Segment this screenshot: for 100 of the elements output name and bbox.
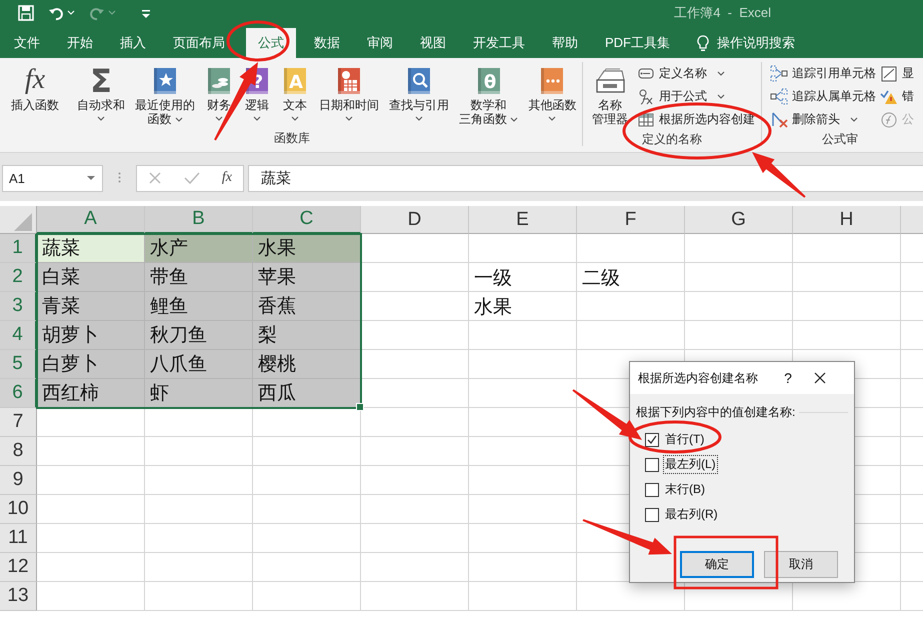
ribbon-button[interactable]: 查找与引用 — [384, 62, 454, 130]
ribbon-button[interactable]: θ 数学和 三角函数 — [454, 62, 524, 130]
lightbulb-icon — [697, 34, 709, 52]
checkbox[interactable] — [645, 458, 659, 472]
book-icon: A — [281, 66, 309, 96]
table-cell-text: 一级 — [473, 266, 513, 290]
column-header[interactable]: E — [469, 206, 577, 234]
column-header[interactable]: B — [145, 206, 253, 234]
caret-icon — [415, 116, 423, 122]
checkbox-label[interactable]: 最左列(L) — [663, 455, 718, 474]
row-header[interactable]: 8 — [0, 437, 37, 466]
caret-icon — [717, 94, 725, 100]
ribbon-tab[interactable]: 视图 — [408, 28, 458, 58]
ribbon-button[interactable]: Σ 自动求和 — [72, 62, 130, 130]
ribbon-tab[interactable]: 开发工具 — [461, 28, 537, 58]
table-cell: 蔬菜 — [37, 234, 145, 263]
checkbox[interactable] — [645, 432, 659, 446]
row-header[interactable]: 2 — [0, 263, 37, 292]
ribbon-button[interactable]: 根据所选内容创建 — [637, 108, 755, 131]
column-header[interactable]: H — [793, 206, 901, 234]
ribbon-tab[interactable]: 数据 — [302, 28, 352, 58]
ribbon-button[interactable]: fx 插入函数 — [6, 62, 64, 130]
dialog-title: 根据所选内容创建名称 — [638, 370, 758, 386]
trace-arrows-icon — [770, 88, 788, 106]
row-header[interactable]: 7 — [0, 408, 37, 437]
ribbon-tab[interactable]: 文件 — [2, 28, 52, 58]
ribbon-tab[interactable]: 帮助 — [540, 28, 590, 58]
group-label: 定义的名称 — [641, 131, 703, 147]
caret-icon — [253, 116, 261, 122]
checkbox-label[interactable]: 最右列(R) — [663, 505, 720, 524]
table-cell-text: 水果 — [473, 296, 513, 320]
ribbon-tab[interactable]: 插入 — [108, 28, 158, 58]
row-header[interactable]: 4 — [0, 321, 37, 350]
annotation-ellipse — [226, 20, 290, 62]
ribbon-button[interactable]: 显 — [880, 62, 914, 85]
row-header[interactable]: 1 — [0, 234, 37, 263]
ribbon-button[interactable]: 定义名称 — [637, 62, 755, 85]
table-cell: 带鱼 — [145, 263, 253, 292]
close-icon[interactable] — [814, 372, 826, 384]
ok-button[interactable]: 确定 — [680, 551, 754, 578]
sheet-formula-icon — [880, 64, 898, 82]
checkbox[interactable] — [645, 508, 659, 522]
table-cell: 八爪鱼 — [145, 350, 253, 379]
row-header[interactable]: 9 — [0, 466, 37, 495]
row-header[interactable]: 3 — [0, 292, 37, 321]
ribbon-button[interactable]: 删除箭头 — [770, 108, 876, 131]
group-label: 根据下列内容中的值创建名称: — [636, 404, 796, 421]
ribbon-button[interactable]: A 文本 — [276, 62, 314, 130]
ribbon-tab[interactable]: 审阅 — [355, 28, 405, 58]
annotation-arrow — [752, 152, 806, 198]
ribbon-tab[interactable]: PDF工具集 — [593, 28, 682, 58]
save-icon — [18, 4, 34, 20]
row-header[interactable]: 12 — [0, 553, 37, 582]
fill-handle[interactable] — [356, 403, 364, 411]
insert-function-button[interactable]: fx — [222, 170, 232, 186]
table-cell: 水产 — [145, 234, 253, 263]
ribbon-tab[interactable]: 页面布局 — [161, 28, 237, 58]
column-header[interactable]: G — [685, 206, 793, 234]
ribbon-tab[interactable]: 公式 — [246, 28, 296, 58]
remove-arrows-icon — [770, 110, 788, 128]
caret-icon — [291, 116, 299, 122]
name-box[interactable]: A1 — [2, 164, 103, 192]
ribbon-button[interactable]: 用于公式 — [637, 85, 755, 108]
ribbon-button[interactable]: 名称 管理器 — [587, 62, 633, 131]
column-header[interactable]: F — [577, 206, 685, 234]
ribbon-button[interactable]: 追踪引用单元格 — [770, 62, 876, 85]
ribbon-tab[interactable]: 开始 — [55, 28, 105, 58]
caret-icon — [67, 10, 75, 16]
caret-icon — [174, 117, 183, 123]
row-header[interactable]: 11 — [0, 524, 37, 553]
row-header[interactable]: 10 — [0, 495, 37, 524]
table-cell: 白萝卜 — [37, 350, 145, 379]
table-cell: 樱桃 — [253, 350, 361, 379]
ribbon-button[interactable]: 最近使用的 函数 — [130, 62, 200, 130]
caret-icon — [548, 116, 556, 122]
ribbon-button[interactable]: 其他函数 — [523, 62, 582, 130]
row-header[interactable]: 6 — [0, 379, 37, 408]
check-icon[interactable] — [184, 171, 200, 185]
column-header[interactable]: C — [253, 206, 361, 234]
caret-icon — [345, 116, 353, 122]
row-header[interactable]: 13 — [0, 582, 37, 611]
ribbon-button[interactable]: 错 — [880, 85, 914, 108]
row-header[interactable]: 5 — [0, 350, 37, 379]
checkbox-label[interactable]: 末行(B) — [663, 480, 707, 499]
group-label: 公式审 — [821, 131, 859, 147]
help-button[interactable]: ? — [780, 370, 796, 386]
calendar-book-icon — [335, 66, 363, 96]
tell-me-search[interactable]: 操作说明搜索 — [717, 34, 795, 52]
ribbon-button[interactable]: 日期和时间 — [314, 62, 384, 130]
checkbox[interactable] — [645, 482, 659, 496]
table-cell: 青菜 — [37, 292, 145, 321]
magnifier-book-icon — [405, 66, 433, 96]
column-header[interactable]: D — [361, 206, 469, 234]
column-header[interactable]: A — [37, 206, 145, 234]
table-cell: 白菜 — [37, 263, 145, 292]
ribbon-button[interactable]: 追踪从属单元格 — [770, 85, 876, 108]
cancel-button[interactable]: 取消 — [764, 551, 838, 578]
group-label: 函数库 — [273, 130, 311, 146]
formula-input[interactable]: 蔬菜 — [248, 164, 923, 192]
table-cell: 西红柿 — [37, 379, 145, 408]
